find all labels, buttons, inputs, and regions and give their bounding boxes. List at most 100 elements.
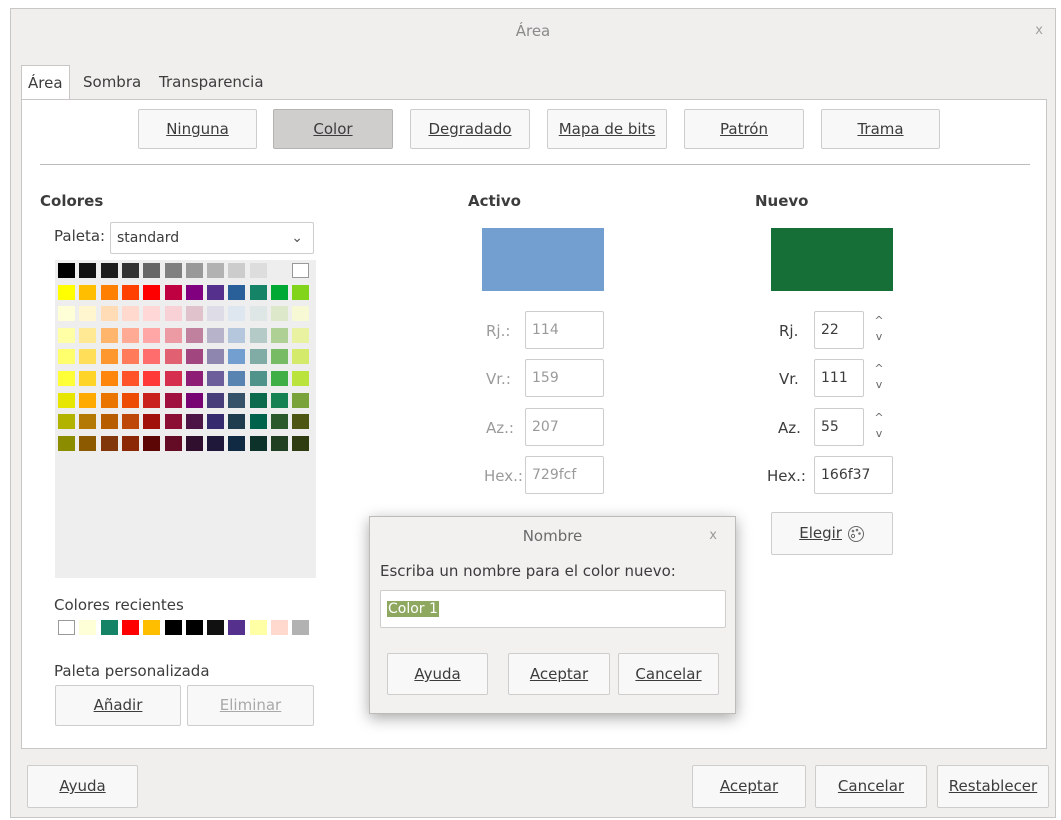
- recent-colors-row[interactable]: [55, 618, 316, 638]
- palette-swatch[interactable]: [79, 306, 97, 322]
- palette-swatch[interactable]: [121, 392, 139, 408]
- palette-swatch[interactable]: [271, 349, 288, 365]
- color-name-input[interactable]: Color 1: [380, 590, 726, 628]
- add-color-button[interactable]: Añadir: [55, 685, 181, 726]
- palette-swatch[interactable]: [100, 435, 118, 451]
- palette-swatch[interactable]: [164, 371, 182, 386]
- recent-swatch[interactable]: [207, 620, 225, 635]
- palette-swatch[interactable]: [271, 284, 288, 300]
- cancel-button[interactable]: Cancelar: [815, 765, 927, 808]
- recent-swatch[interactable]: [185, 620, 203, 635]
- palette-swatch[interactable]: [271, 414, 288, 430]
- palette-swatch[interactable]: [185, 392, 203, 408]
- palette-swatch[interactable]: [79, 392, 97, 408]
- palette-swatch[interactable]: [228, 349, 246, 365]
- palette-swatch[interactable]: [143, 349, 161, 365]
- palette-swatch[interactable]: [79, 327, 97, 343]
- fill-color-button[interactable]: Color: [273, 109, 393, 149]
- recent-swatch[interactable]: [164, 620, 182, 635]
- palette-swatch[interactable]: [79, 284, 97, 300]
- fill-hatch-button[interactable]: Trama: [821, 109, 940, 149]
- palette-swatch[interactable]: [207, 327, 225, 343]
- palette-swatch[interactable]: [292, 349, 310, 365]
- palette-swatch[interactable]: [185, 349, 203, 365]
- palette-swatch[interactable]: [143, 306, 161, 322]
- palette-swatch[interactable]: [228, 392, 246, 408]
- new-hex-field[interactable]: 166f37: [814, 456, 893, 494]
- palette-swatch[interactable]: [121, 284, 139, 300]
- palette-swatch[interactable]: [249, 327, 267, 343]
- palette-swatch[interactable]: [228, 327, 246, 343]
- color-palette-grid[interactable]: [55, 260, 316, 578]
- palette-swatch[interactable]: [249, 435, 267, 451]
- palette-swatch[interactable]: [228, 371, 246, 386]
- palette-swatch[interactable]: [249, 349, 267, 365]
- recent-swatch[interactable]: [79, 620, 97, 635]
- palette-swatch[interactable]: [228, 306, 246, 322]
- palette-swatch[interactable]: [58, 414, 75, 430]
- palette-swatch[interactable]: [143, 284, 161, 300]
- palette-swatch[interactable]: [121, 349, 139, 365]
- palette-swatch[interactable]: [292, 371, 310, 386]
- palette-swatch[interactable]: [271, 263, 288, 278]
- palette-swatch[interactable]: [271, 306, 288, 322]
- new-blue-field[interactable]: 55: [814, 408, 864, 446]
- palette-swatch[interactable]: [58, 371, 75, 386]
- palette-swatch[interactable]: [207, 349, 225, 365]
- palette-swatch[interactable]: [249, 306, 267, 322]
- palette-swatch[interactable]: [249, 392, 267, 408]
- palette-swatch[interactable]: [207, 371, 225, 386]
- palette-select[interactable]: standard ⌄: [110, 222, 314, 254]
- palette-swatch[interactable]: [249, 284, 267, 300]
- ok-button[interactable]: Aceptar: [692, 765, 806, 808]
- palette-swatch[interactable]: [185, 371, 203, 386]
- name-dialog-cancel-button[interactable]: Cancelar: [618, 653, 719, 695]
- palette-swatch[interactable]: [292, 306, 310, 322]
- palette-swatch[interactable]: [292, 414, 310, 430]
- palette-swatch[interactable]: [164, 327, 182, 343]
- palette-swatch[interactable]: [249, 371, 267, 386]
- palette-swatch[interactable]: [143, 435, 161, 451]
- palette-swatch[interactable]: [143, 327, 161, 343]
- palette-swatch[interactable]: [100, 371, 118, 386]
- tab-transparency[interactable]: Transparencia: [153, 65, 270, 99]
- palette-swatch[interactable]: [271, 392, 288, 408]
- palette-swatch[interactable]: [292, 284, 310, 300]
- palette-swatch[interactable]: [58, 284, 75, 300]
- palette-swatch[interactable]: [207, 284, 225, 300]
- palette-swatch[interactable]: [100, 263, 118, 278]
- tab-area[interactable]: Área: [21, 65, 70, 100]
- fill-gradient-button[interactable]: Degradado: [410, 109, 530, 149]
- palette-swatch[interactable]: [185, 414, 203, 430]
- name-dialog-close-button[interactable]: x: [709, 517, 717, 555]
- palette-swatch[interactable]: [271, 327, 288, 343]
- palette-swatch[interactable]: [164, 392, 182, 408]
- palette-swatch[interactable]: [185, 327, 203, 343]
- recent-swatch[interactable]: [228, 620, 246, 635]
- palette-swatch[interactable]: [58, 327, 75, 343]
- palette-swatch[interactable]: [100, 284, 118, 300]
- palette-swatch[interactable]: [292, 263, 310, 278]
- recent-swatch[interactable]: [100, 620, 118, 635]
- palette-swatch[interactable]: [292, 327, 310, 343]
- palette-swatch[interactable]: [143, 263, 161, 278]
- palette-swatch[interactable]: [121, 414, 139, 430]
- palette-swatch[interactable]: [249, 414, 267, 430]
- reset-button[interactable]: Restablecer: [937, 765, 1049, 808]
- palette-swatch[interactable]: [121, 327, 139, 343]
- recent-swatch[interactable]: [58, 620, 75, 635]
- palette-swatch[interactable]: [121, 263, 139, 278]
- palette-swatch[interactable]: [79, 435, 97, 451]
- palette-swatch[interactable]: [164, 414, 182, 430]
- window-close-button[interactable]: x: [1035, 9, 1043, 53]
- palette-swatch[interactable]: [100, 327, 118, 343]
- palette-swatch[interactable]: [207, 306, 225, 322]
- palette-swatch[interactable]: [143, 371, 161, 386]
- fill-none-button[interactable]: Ninguna: [138, 109, 257, 149]
- palette-swatch[interactable]: [121, 306, 139, 322]
- palette-swatch[interactable]: [164, 435, 182, 451]
- palette-swatch[interactable]: [79, 414, 97, 430]
- name-dialog-help-button[interactable]: Ayuda: [387, 653, 488, 695]
- palette-swatch[interactable]: [185, 284, 203, 300]
- palette-swatch[interactable]: [58, 435, 75, 451]
